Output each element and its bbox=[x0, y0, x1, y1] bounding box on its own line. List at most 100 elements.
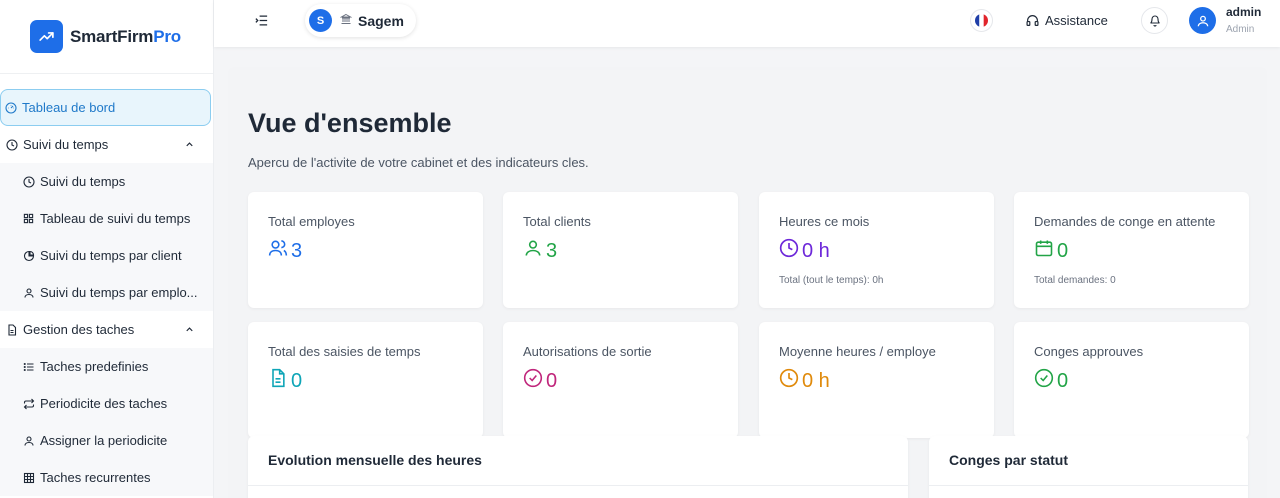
sidebar-nav: Tableau de bord Suivi du temps Suivi du … bbox=[0, 74, 213, 496]
document-icon bbox=[5, 323, 18, 336]
clock-icon bbox=[779, 368, 802, 394]
stat-value-row: 0 bbox=[523, 368, 557, 394]
stat-card-total-clients[interactable]: Total clients 3 bbox=[503, 192, 738, 308]
topbar: S Sagem Assistance admin Admin bbox=[214, 0, 1280, 47]
section-divider bbox=[248, 485, 908, 486]
user-icon bbox=[22, 434, 35, 447]
grid-icon bbox=[22, 212, 35, 225]
stat-note: Total demandes: 0 bbox=[1034, 275, 1116, 286]
sidebar-item-tableau-de-suivi[interactable]: Tableau de suivi du temps bbox=[0, 200, 213, 237]
trend-up-icon bbox=[30, 20, 63, 53]
gauge-icon bbox=[4, 101, 17, 114]
stat-label: Demandes de conge en attente bbox=[1034, 214, 1216, 229]
menu-toggle-icon[interactable] bbox=[254, 13, 269, 28]
stat-value: 0 h bbox=[802, 239, 830, 262]
monthly-hours-section: Evolution mensuelle des heures bbox=[248, 436, 908, 498]
stat-value-row: 0 h bbox=[779, 368, 830, 394]
headset-icon bbox=[1026, 14, 1039, 27]
sidebar-item-label: Periodicite des taches bbox=[40, 396, 168, 411]
sidebar-item-label: Tableau de bord bbox=[22, 100, 116, 115]
stat-label: Total employes bbox=[268, 214, 355, 229]
sidebar-item-periodicite-des-taches[interactable]: Periodicite des taches bbox=[0, 385, 213, 422]
stat-value: 0 bbox=[291, 369, 303, 392]
sidebar-item-label: Assigner la periodicite bbox=[40, 433, 168, 448]
stat-label: Conges approuves bbox=[1034, 344, 1144, 359]
sidebar-item-label: Taches recurrentes bbox=[40, 470, 151, 485]
brand-logo[interactable]: SmartFirmPro bbox=[0, 0, 213, 74]
section-title: Conges par statut bbox=[949, 452, 1069, 468]
stat-value-row: 0 bbox=[1034, 368, 1068, 394]
stat-card-total-saisies[interactable]: Total des saisies de temps 0 bbox=[248, 322, 483, 438]
users-icon bbox=[268, 238, 291, 264]
user-avatar[interactable] bbox=[1189, 7, 1216, 34]
sidebar-item-assigner-periodicite[interactable]: Assigner la periodicite bbox=[0, 422, 213, 459]
stat-card-moyenne-heures[interactable]: Moyenne heures / employe 0 h bbox=[759, 322, 994, 438]
calendar-icon bbox=[1034, 238, 1057, 264]
stat-label: Total clients bbox=[523, 214, 591, 229]
clock-icon bbox=[5, 138, 18, 151]
stat-card-heures-ce-mois[interactable]: Heures ce mois 0 h Total (tout le temps)… bbox=[759, 192, 994, 308]
sidebar-item-taches-recurrentes[interactable]: Taches recurrentes bbox=[0, 459, 213, 496]
notifications-bell-icon[interactable] bbox=[1141, 7, 1168, 34]
stat-value: 0 h bbox=[802, 369, 830, 392]
language-flag-icon[interactable] bbox=[970, 9, 993, 32]
stat-value: 0 bbox=[1057, 369, 1069, 392]
stat-value-row: 3 bbox=[268, 238, 302, 264]
organization-selector[interactable]: S Sagem bbox=[305, 4, 416, 37]
section-title: Evolution mensuelle des heures bbox=[268, 452, 482, 468]
check-circle-icon bbox=[523, 368, 546, 394]
list-icon bbox=[22, 360, 35, 373]
sidebar-item-suivi-du-temps[interactable]: Suivi du temps bbox=[0, 163, 213, 200]
assistance-label: Assistance bbox=[1045, 13, 1108, 28]
sidebar-item-suivi-par-client[interactable]: Suivi du temps par client bbox=[0, 237, 213, 274]
sidebar-item-tableau-de-bord[interactable]: Tableau de bord bbox=[0, 89, 211, 126]
sidebar-item-label: Suivi du temps bbox=[40, 174, 126, 189]
document-icon bbox=[268, 368, 291, 394]
page-title: Vue d'ensemble bbox=[248, 108, 452, 138]
stat-label: Autorisations de sortie bbox=[523, 344, 652, 359]
stat-value-row: 3 bbox=[523, 238, 557, 264]
stat-label: Heures ce mois bbox=[779, 214, 870, 229]
sidebar-item-taches-predefinies[interactable]: Taches predefinies bbox=[0, 348, 213, 385]
user-name[interactable]: admin bbox=[1226, 5, 1261, 19]
stat-value-row: 0 bbox=[1034, 238, 1068, 264]
section-divider bbox=[929, 485, 1248, 486]
stat-label: Moyenne heures / employe bbox=[779, 344, 936, 359]
organization-name: Sagem bbox=[358, 12, 404, 29]
stat-label: Total des saisies de temps bbox=[268, 344, 421, 359]
clock-icon bbox=[779, 238, 802, 264]
sidebar-item-label: Taches predefinies bbox=[40, 359, 149, 374]
stat-card-autorisations-sortie[interactable]: Autorisations de sortie 0 bbox=[503, 322, 738, 438]
stat-value: 3 bbox=[291, 239, 303, 262]
assistance-button[interactable]: Assistance bbox=[1026, 13, 1108, 28]
clock-icon bbox=[22, 175, 35, 188]
sidebar-item-label: Tableau de suivi du temps bbox=[40, 211, 191, 226]
sidebar-submenu-taches: Taches predefinies Periodicite des tache… bbox=[0, 348, 213, 496]
repeat-icon bbox=[22, 397, 35, 410]
sidebar: SmartFirmPro Tableau de bord Suivi du te… bbox=[0, 0, 214, 498]
stat-note: Total (tout le temps): 0h bbox=[779, 275, 884, 286]
page-subtitle: Apercu de l'activite de votre cabinet et… bbox=[248, 155, 589, 170]
sidebar-item-label: Gestion des taches bbox=[23, 322, 135, 337]
table-icon bbox=[22, 471, 35, 484]
sidebar-item-label: Suivi du temps par emplo... bbox=[40, 285, 198, 300]
brand-name: SmartFirmPro bbox=[70, 26, 181, 46]
stat-value: 3 bbox=[546, 239, 558, 262]
chevron-up-icon[interactable] bbox=[184, 323, 195, 338]
sidebar-group-gestion-des-taches[interactable]: Gestion des taches bbox=[0, 311, 213, 348]
user-icon bbox=[523, 238, 546, 264]
chevron-up-icon[interactable] bbox=[184, 138, 195, 153]
sidebar-item-suivi-par-employe[interactable]: Suivi du temps par emplo... bbox=[0, 274, 213, 311]
pie-icon bbox=[22, 249, 35, 262]
stat-value-row: 0 bbox=[268, 368, 302, 394]
stat-value: 0 bbox=[546, 369, 558, 392]
stat-card-conges-approuves[interactable]: Conges approuves 0 bbox=[1014, 322, 1249, 438]
stat-value: 0 bbox=[1057, 239, 1069, 262]
stat-card-demandes-conge[interactable]: Demandes de conge en attente 0 Total dem… bbox=[1014, 192, 1249, 308]
user-role: Admin bbox=[1226, 24, 1255, 35]
sidebar-group-suivi-du-temps[interactable]: Suivi du temps bbox=[0, 126, 213, 163]
building-icon bbox=[339, 12, 353, 30]
stat-card-total-employes[interactable]: Total employes 3 bbox=[248, 192, 483, 308]
org-avatar: S bbox=[309, 9, 332, 32]
check-circle-icon bbox=[1034, 368, 1057, 394]
